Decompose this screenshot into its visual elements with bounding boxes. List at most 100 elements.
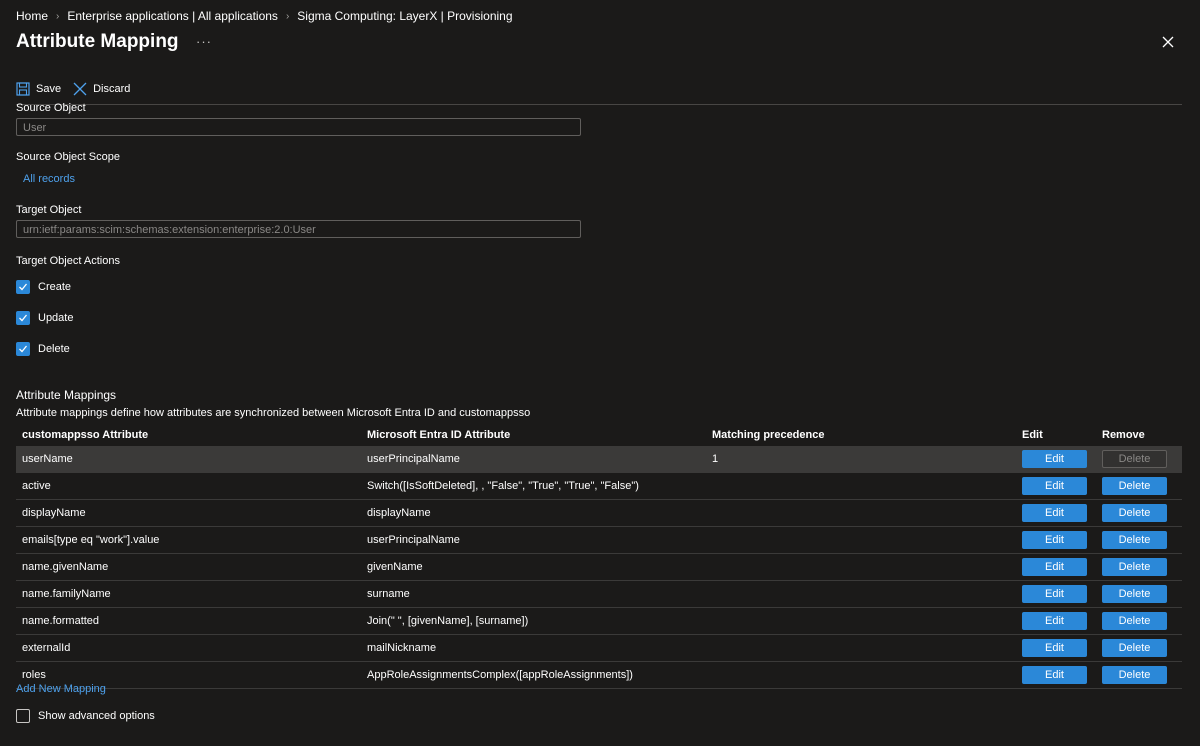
remove-cell: Delete [1102,446,1167,472]
discard-label: Discard [93,83,131,95]
source-attribute-cell: AppRoleAssignmentsComplex([appRoleAssign… [367,669,633,681]
checkmark-icon[interactable] [16,311,30,325]
delete-button[interactable]: Delete [1102,639,1167,657]
create-label: Create [38,281,72,293]
checkmark-icon[interactable] [16,280,30,294]
attribute-mappings-title: Attribute Mappings [16,388,117,402]
save-button[interactable]: Save [16,82,61,96]
edit-cell: Edit [1022,635,1087,661]
save-icon [16,82,30,96]
source-attribute-cell: Switch([IsSoftDeleted], , "False", "True… [367,480,639,492]
table-header: customappsso Attribute Microsoft Entra I… [16,424,1182,446]
update-checkbox[interactable]: Update [16,311,73,325]
edit-button[interactable]: Edit [1022,585,1087,603]
remove-cell: Delete [1102,527,1167,553]
header-remove: Remove [1102,429,1145,441]
breadcrumb: Home › Enterprise applications | All app… [16,9,513,23]
source-attribute-cell: givenName [367,561,423,573]
delete-button[interactable]: Delete [1102,558,1167,576]
breadcrumb-enterprise-apps[interactable]: Enterprise applications | All applicatio… [67,9,278,23]
source-attribute-cell: userPrincipalName [367,534,460,546]
table-row[interactable]: emails[type eq "work"].value userPrincipa… [16,527,1182,554]
precedence-cell: 1 [712,453,719,465]
create-checkbox[interactable]: Create [16,280,71,294]
checkmark-icon[interactable] [16,342,30,356]
remove-cell: Delete [1102,608,1167,634]
command-bar: Save Discard [16,80,142,98]
delete-button[interactable]: Delete [1102,666,1167,684]
discard-button[interactable]: Discard [73,82,130,96]
edit-cell: Edit [1022,446,1087,472]
delete-button[interactable]: Delete [1102,531,1167,549]
edit-button[interactable]: Edit [1022,558,1087,576]
show-advanced-options-label: Show advanced options [38,710,155,722]
target-attribute-cell: name.givenName [22,561,109,573]
header-source-attribute[interactable]: Microsoft Entra ID Attribute [367,424,510,446]
target-attribute-cell: active [22,480,51,492]
header-target-attribute[interactable]: customappsso Attribute [22,424,148,446]
remove-cell: Delete [1102,500,1167,526]
all-records-link[interactable]: All records [23,173,75,185]
table-row[interactable]: roles AppRoleAssignmentsComplex([appRoleA… [16,662,1182,689]
edit-button[interactable]: Edit [1022,504,1087,522]
breadcrumb-provisioning[interactable]: Sigma Computing: LayerX | Provisioning [297,9,512,23]
target-attribute-cell: emails[type eq "work"].value [22,534,160,546]
target-attribute-cell: name.formatted [22,615,100,627]
header-edit: Edit [1022,429,1043,441]
delete-button[interactable]: Delete [1102,477,1167,495]
target-actions-label: Target Object Actions [16,255,120,267]
mappings-table: customappsso Attribute Microsoft Entra I… [16,424,1182,689]
edit-button[interactable]: Edit [1022,666,1087,684]
header-matching-precedence[interactable]: Matching precedence [712,424,824,446]
more-options-icon[interactable]: ··· [196,34,212,49]
source-attribute-cell: mailNickname [367,642,437,654]
delete-button[interactable]: Delete [1102,612,1167,630]
add-new-mapping-link[interactable]: Add New Mapping [16,683,106,695]
target-object-field: urn:ietf:params:scim:schemas:extension:e… [16,220,581,238]
remove-cell: Delete [1102,554,1167,580]
remove-cell: Delete [1102,473,1167,499]
attribute-mappings-description: Attribute mappings define how attributes… [16,407,531,419]
save-label: Save [36,83,62,95]
table-row[interactable]: name.formatted Join(" ", [givenName], [su… [16,608,1182,635]
source-object-label: Source Object [16,102,86,114]
delete-button[interactable]: Delete [1102,585,1167,603]
chevron-right-icon: › [56,10,60,22]
target-attribute-cell: displayName [22,507,86,519]
delete-checkbox[interactable]: Delete [16,342,70,356]
table-row[interactable]: displayName displayName Edit Delete [16,500,1182,527]
delete-button[interactable]: Delete [1102,504,1167,522]
source-scope-label: Source Object Scope [16,151,120,163]
edit-cell: Edit [1022,554,1087,580]
show-advanced-options-checkbox[interactable]: Show advanced options [16,709,155,723]
table-row[interactable]: userName userPrincipalName 1 Edit Delete [16,446,1182,473]
edit-cell: Edit [1022,581,1087,607]
edit-button[interactable]: Edit [1022,477,1087,495]
table-row[interactable]: active Switch([IsSoftDeleted], , "False",… [16,473,1182,500]
update-label: Update [38,312,74,324]
edit-button[interactable]: Edit [1022,450,1087,468]
edit-cell: Edit [1022,662,1087,688]
target-attribute-cell: userName [22,453,73,465]
chevron-right-icon: › [285,10,290,22]
edit-button[interactable]: Edit [1022,639,1087,657]
edit-cell: Edit [1022,473,1087,499]
checkbox-box[interactable] [16,709,30,723]
discard-icon [73,82,87,96]
source-object-field: User [16,118,581,136]
close-icon[interactable] [1160,34,1176,50]
table-row[interactable]: externalId mailNickname Edit Delete [16,635,1182,662]
table-row[interactable]: name.givenName givenName Edit Delete [16,554,1182,581]
edit-button[interactable]: Edit [1022,612,1087,630]
source-attribute-cell: Join(" ", [givenName], [surname]) [367,615,529,627]
breadcrumb-home[interactable]: Home [16,9,48,23]
edit-cell: Edit [1022,500,1087,526]
page-title: Attribute Mapping [16,31,179,52]
remove-cell: Delete [1102,581,1167,607]
target-attribute-cell: externalId [22,642,71,654]
source-attribute-cell: userPrincipalName [367,453,460,465]
delete-button: Delete [1102,450,1167,468]
edit-button[interactable]: Edit [1022,531,1087,549]
table-row[interactable]: name.familyName surname Edit Delete [16,581,1182,608]
source-attribute-cell: surname [367,588,410,600]
